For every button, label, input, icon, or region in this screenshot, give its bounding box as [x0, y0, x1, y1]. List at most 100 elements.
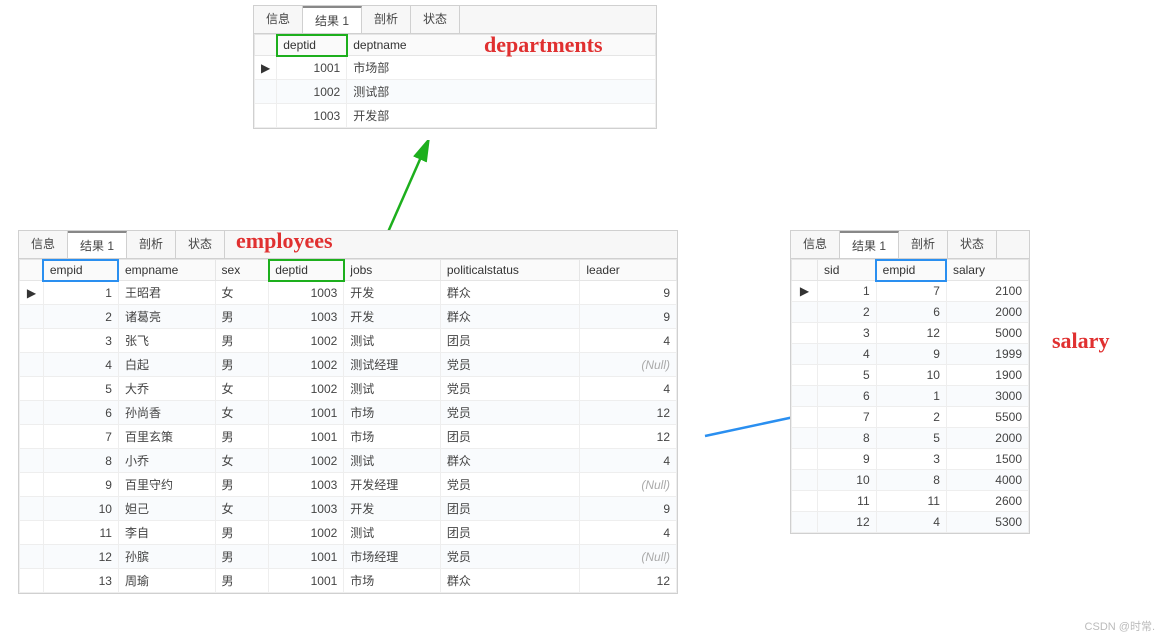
table-row[interactable]: 12 孙膑 男 1001 市场经理 党员 (Null) — [20, 545, 677, 569]
cell-politicalstatus: 党员 — [440, 401, 580, 425]
cell-empid: 2 — [876, 407, 946, 428]
row-ptr-icon — [792, 512, 818, 533]
table-row[interactable]: 8 5 2000 — [792, 428, 1029, 449]
cell-leader: (Null) — [580, 473, 677, 497]
cell-sex: 男 — [215, 329, 269, 353]
cell-deptid: 1003 — [277, 104, 347, 128]
cell-deptname: 测试部 — [347, 80, 656, 104]
table-row[interactable]: 2 诸葛亮 男 1003 开发 群众 9 — [20, 305, 677, 329]
tab-profile[interactable]: 剖析 — [362, 6, 411, 33]
table-row[interactable]: 3 张飞 男 1002 测试 团员 4 — [20, 329, 677, 353]
tab-status[interactable]: 状态 — [176, 231, 225, 258]
label-departments: departments — [484, 32, 603, 58]
row-ptr-icon — [792, 302, 818, 323]
row-ptr-icon — [255, 104, 277, 128]
table-row[interactable]: 7 2 5500 — [792, 407, 1029, 428]
table-row[interactable]: 5 大乔 女 1002 测试 党员 4 — [20, 377, 677, 401]
table-row[interactable]: 7 百里玄策 男 1001 市场 团员 12 — [20, 425, 677, 449]
cell-jobs: 测试 — [344, 449, 441, 473]
cell-sid: 10 — [818, 470, 877, 491]
row-ptr-icon — [20, 353, 44, 377]
cell-sex: 男 — [215, 521, 269, 545]
col-deptid[interactable]: deptid — [277, 35, 347, 56]
table-row[interactable]: 6 1 3000 — [792, 386, 1029, 407]
tab-info[interactable]: 信息 — [791, 231, 840, 258]
table-row[interactable]: 8 小乔 女 1002 测试 群众 4 — [20, 449, 677, 473]
row-ptr-icon — [792, 365, 818, 386]
table-row[interactable]: 5 10 1900 — [792, 365, 1029, 386]
tab-info[interactable]: 信息 — [19, 231, 68, 258]
col-empid[interactable]: empid — [876, 260, 946, 281]
table-row[interactable]: ▶ 1 7 2100 — [792, 281, 1029, 302]
cell-empid: 9 — [876, 344, 946, 365]
tab-profile[interactable]: 剖析 — [899, 231, 948, 258]
cell-empid: 4 — [43, 353, 118, 377]
cell-sid: 2 — [818, 302, 877, 323]
cell-politicalstatus: 党员 — [440, 353, 580, 377]
cell-empid: 8 — [876, 470, 946, 491]
cell-empid: 5 — [43, 377, 118, 401]
table-row[interactable]: 9 3 1500 — [792, 449, 1029, 470]
cell-sex: 男 — [215, 473, 269, 497]
cell-empname: 小乔 — [118, 449, 215, 473]
cell-deptid: 1002 — [269, 449, 344, 473]
cell-leader: 4 — [580, 377, 677, 401]
cell-empname: 周瑜 — [118, 569, 215, 593]
salary-table[interactable]: sid empid salary ▶ 1 7 2100 2 6 2000 3 1… — [791, 259, 1029, 533]
table-row[interactable]: 4 白起 男 1002 测试经理 党员 (Null) — [20, 353, 677, 377]
col-sex[interactable]: sex — [215, 260, 269, 281]
table-row[interactable]: 13 周瑜 男 1001 市场 群众 12 — [20, 569, 677, 593]
table-row[interactable]: 11 11 2600 — [792, 491, 1029, 512]
employees-table[interactable]: empid empname sex deptid jobs politicals… — [19, 259, 677, 593]
table-row[interactable]: 4 9 1999 — [792, 344, 1029, 365]
col-leader[interactable]: leader — [580, 260, 677, 281]
tab-profile[interactable]: 剖析 — [127, 231, 176, 258]
cell-sex: 男 — [215, 569, 269, 593]
tab-status[interactable]: 状态 — [948, 231, 997, 258]
col-jobs[interactable]: jobs — [344, 260, 441, 281]
tab-info[interactable]: 信息 — [254, 6, 303, 33]
cell-empid: 5 — [876, 428, 946, 449]
col-empname[interactable]: empname — [118, 260, 215, 281]
table-row[interactable]: 3 12 5000 — [792, 323, 1029, 344]
cell-deptid: 1002 — [277, 80, 347, 104]
table-row[interactable]: 2 6 2000 — [792, 302, 1029, 323]
col-salary[interactable]: salary — [946, 260, 1028, 281]
row-ptr-icon — [20, 377, 44, 401]
table-row[interactable]: 10 8 4000 — [792, 470, 1029, 491]
cell-jobs: 开发经理 — [344, 473, 441, 497]
row-ptr-icon — [792, 491, 818, 512]
row-ptr-icon — [792, 386, 818, 407]
tab-result1[interactable]: 结果 1 — [840, 231, 899, 258]
cell-empid: 7 — [876, 281, 946, 302]
tab-result1[interactable]: 结果 1 — [68, 231, 127, 258]
table-row[interactable]: 1003 开发部 — [255, 104, 656, 128]
cell-salary: 4000 — [946, 470, 1028, 491]
col-sid[interactable]: sid — [818, 260, 877, 281]
cell-empid: 6 — [43, 401, 118, 425]
col-empid[interactable]: empid — [43, 260, 118, 281]
cell-politicalstatus: 群众 — [440, 305, 580, 329]
table-row[interactable]: 6 孙尚香 女 1001 市场 党员 12 — [20, 401, 677, 425]
cell-deptid: 1001 — [269, 401, 344, 425]
cell-salary: 1999 — [946, 344, 1028, 365]
cell-deptid: 1001 — [269, 569, 344, 593]
col-politicalstatus[interactable]: politicalstatus — [440, 260, 580, 281]
table-row[interactable]: ▶ 1 王昭君 女 1003 开发 群众 9 — [20, 281, 677, 305]
table-row[interactable]: ▶ 1001 市场部 — [255, 56, 656, 80]
table-row[interactable]: 10 妲己 女 1003 开发 团员 9 — [20, 497, 677, 521]
table-row[interactable]: 1002 测试部 — [255, 80, 656, 104]
cell-leader: 9 — [580, 281, 677, 305]
departments-panel: 信息 结果 1 剖析 状态 deptid deptname ▶ 1001 市场部… — [253, 5, 657, 129]
table-row[interactable]: 11 李自 男 1002 测试 团员 4 — [20, 521, 677, 545]
cell-leader: 9 — [580, 305, 677, 329]
table-row[interactable]: 9 百里守约 男 1003 开发经理 党员 (Null) — [20, 473, 677, 497]
tab-result1[interactable]: 结果 1 — [303, 6, 362, 33]
table-row[interactable]: 12 4 5300 — [792, 512, 1029, 533]
cell-deptid: 1002 — [269, 329, 344, 353]
row-ptr-icon — [20, 401, 44, 425]
cell-empid: 10 — [876, 365, 946, 386]
cell-jobs: 市场经理 — [344, 545, 441, 569]
col-deptid[interactable]: deptid — [269, 260, 344, 281]
tab-status[interactable]: 状态 — [411, 6, 460, 33]
